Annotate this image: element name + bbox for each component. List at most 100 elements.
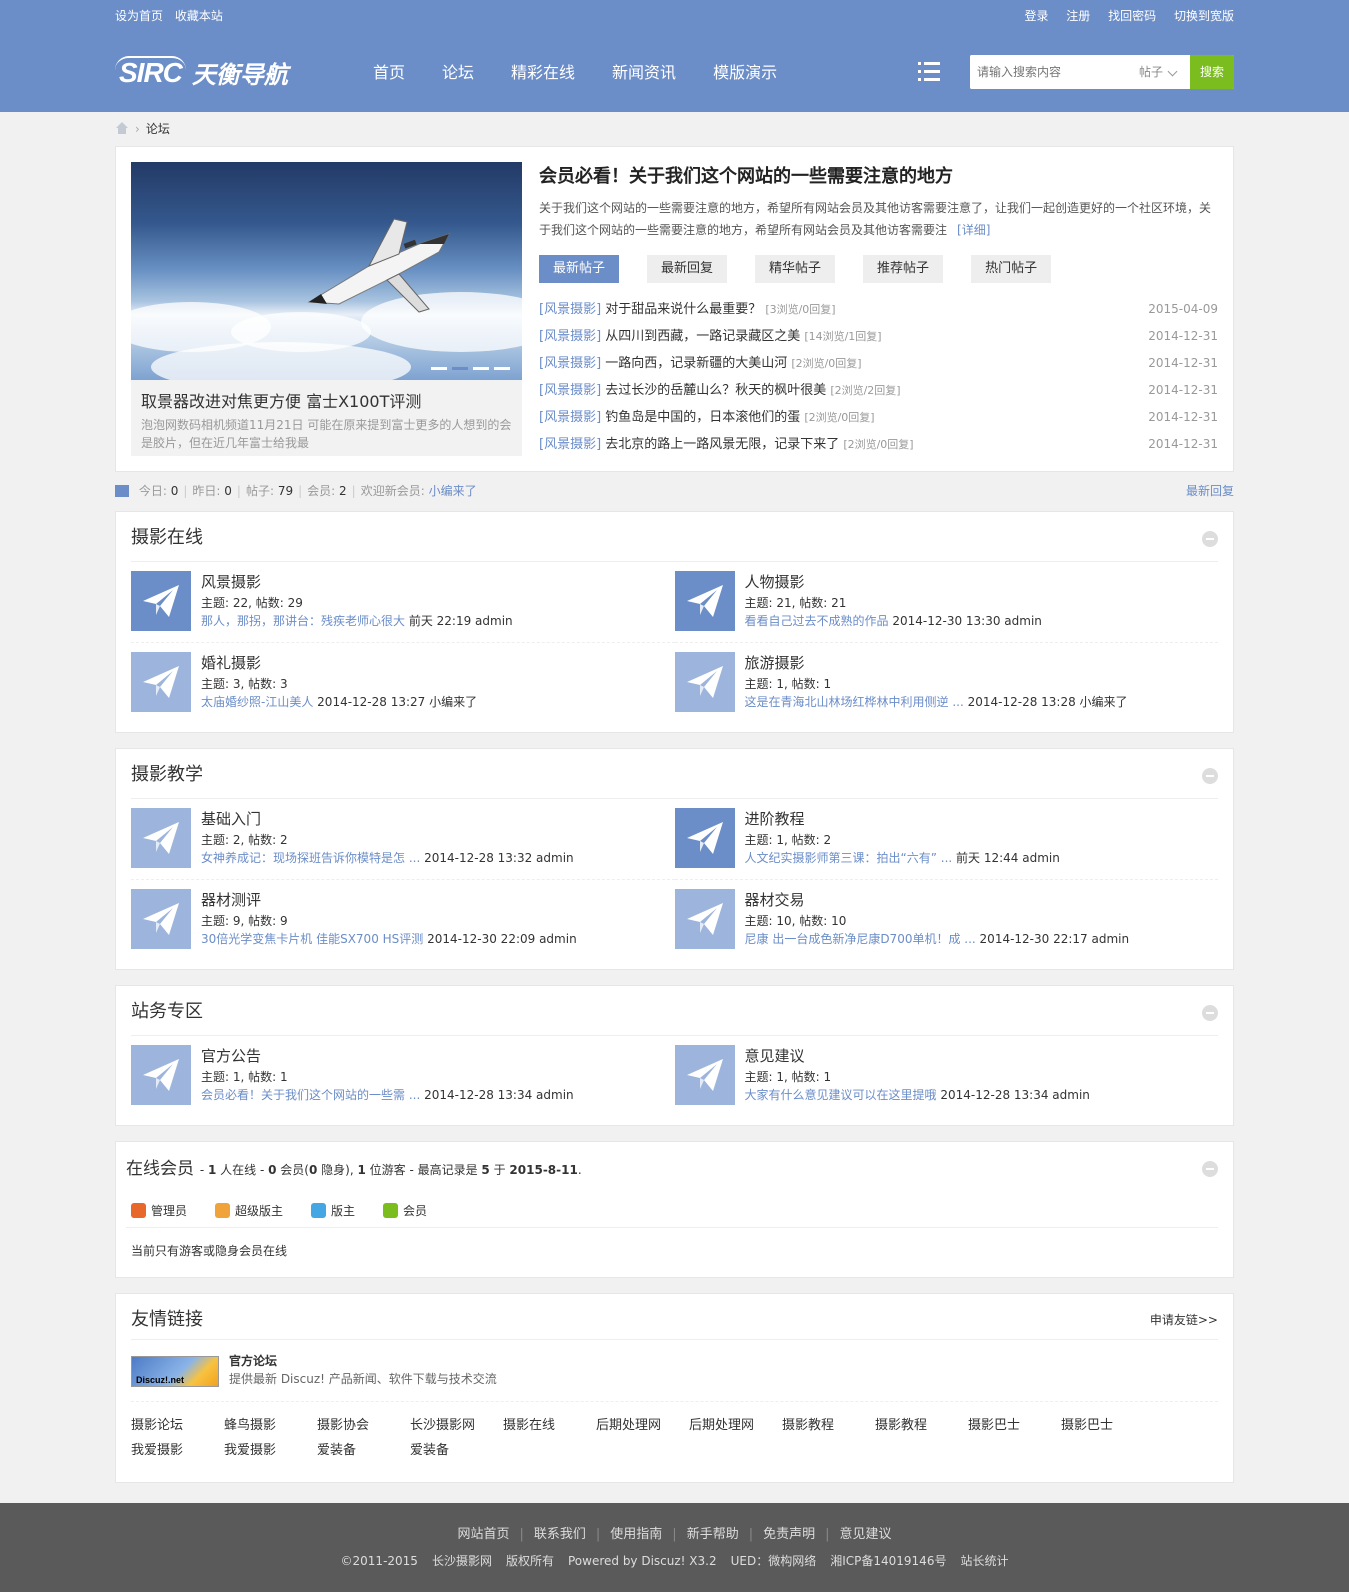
- footer-copy-item[interactable]: UED：微构网络: [731, 1554, 817, 1568]
- forum-name[interactable]: 婚礼摄影: [201, 652, 261, 673]
- forum-name[interactable]: 意见建议: [745, 1045, 805, 1066]
- footer-copy-item[interactable]: 长沙摄影网: [432, 1554, 492, 1568]
- category-title[interactable]: 站务专区: [131, 1001, 203, 1022]
- forum-icon[interactable]: [674, 652, 735, 712]
- wide-mode-link[interactable]: 切换到宽版: [1174, 9, 1234, 23]
- forum-icon[interactable]: [131, 571, 191, 631]
- thread-title[interactable]: 去北京的路上一路风景无限，记录下来了: [605, 437, 839, 452]
- forum-name[interactable]: 旅游摄影: [745, 652, 805, 673]
- forum-name[interactable]: 器材测评: [201, 889, 261, 910]
- thread-category[interactable]: [风景摄影]: [539, 329, 601, 344]
- footer-nav-link[interactable]: 联系我们: [534, 1527, 586, 1542]
- search-button[interactable]: 搜索: [1189, 55, 1234, 89]
- last-post-link[interactable]: 30倍光学变焦卡片机 佳能SX700 HS评测: [201, 932, 423, 946]
- register-link[interactable]: 注册: [1066, 9, 1090, 23]
- forum-name[interactable]: 进阶教程: [745, 808, 805, 829]
- footer-copy-item[interactable]: Powered by Discuz! X3.2: [568, 1554, 717, 1568]
- forum-icon[interactable]: [674, 1045, 735, 1105]
- forum-name[interactable]: 基础入门: [201, 808, 261, 829]
- login-link[interactable]: 登录: [1024, 9, 1048, 23]
- footer-nav-link[interactable]: 免责声明: [763, 1527, 815, 1542]
- thread-category[interactable]: [风景摄影]: [539, 302, 601, 317]
- detail-link[interactable]: [详细]: [957, 223, 990, 237]
- friend-link-item[interactable]: 爱装备: [410, 1439, 503, 1464]
- thread-title[interactable]: 去过长沙的岳麓山么？秋天的枫叶很美: [605, 383, 826, 398]
- forum-icon[interactable]: [131, 652, 191, 712]
- category-title[interactable]: 摄影在线: [131, 527, 203, 548]
- nav-item-news[interactable]: 新闻资讯: [612, 32, 676, 112]
- thread-title[interactable]: 对于甜品来说什么最重要？: [605, 302, 761, 317]
- tab-digest[interactable]: 精华帖子: [755, 255, 836, 283]
- friend-link-item[interactable]: 摄影教程: [875, 1414, 968, 1439]
- forum-icon[interactable]: [674, 889, 735, 949]
- tab-hot[interactable]: 热门帖子: [971, 255, 1052, 283]
- thread-category[interactable]: [风景摄影]: [539, 383, 601, 398]
- thread-category[interactable]: [风景摄影]: [539, 356, 601, 371]
- forum-name[interactable]: 人物摄影: [745, 571, 805, 592]
- friend-link-item[interactable]: 摄影巴士: [968, 1414, 1061, 1439]
- slide-dot-active[interactable]: [452, 367, 468, 370]
- set-home-link[interactable]: 设为首页: [115, 9, 163, 23]
- official-link-title[interactable]: 官方论坛: [229, 1352, 277, 1369]
- announcement-title[interactable]: 会员必看！关于我们这个网站的一些需要注意的地方: [539, 162, 1218, 188]
- newest-member-link[interactable]: 小编来了: [429, 484, 477, 498]
- nav-item-forum[interactable]: 论坛: [442, 32, 474, 112]
- nav-item-featured[interactable]: 精彩在线: [511, 32, 575, 112]
- tab-latest-replies[interactable]: 最新回复: [647, 255, 728, 283]
- last-post-link[interactable]: 大家有什么意见建议可以在这里提哦: [745, 1088, 937, 1102]
- forum-name[interactable]: 器材交易: [745, 889, 805, 910]
- friend-link-item[interactable]: 摄影教程: [782, 1414, 875, 1439]
- footer-nav-link[interactable]: 网站首页: [457, 1527, 509, 1542]
- forum-icon[interactable]: [674, 808, 735, 868]
- forum-name[interactable]: 风景摄影: [201, 571, 261, 592]
- official-link[interactable]: Discuz!.net 官方论坛 提供最新 Discuz! 产品新闻、软件下载与…: [131, 1340, 1218, 1402]
- footer-nav-link[interactable]: 使用指南: [610, 1527, 662, 1542]
- last-post-link[interactable]: 女神养成记：现场探班告诉你模特是怎 ...: [201, 851, 420, 865]
- thread-title[interactable]: 从四川到西藏，一路记录藏区之美: [605, 329, 800, 344]
- friend-link-item[interactable]: 后期处理网: [596, 1414, 689, 1439]
- list-menu-icon[interactable]: [918, 62, 940, 82]
- discuz-logo[interactable]: Discuz!.net: [131, 1356, 219, 1387]
- slide-dot[interactable]: [431, 367, 447, 370]
- friend-link-item[interactable]: 爱装备: [317, 1439, 410, 1464]
- slide-image[interactable]: [131, 162, 522, 380]
- latest-reply-link[interactable]: 最新回复: [1186, 477, 1234, 505]
- footer-nav-link[interactable]: 新手帮助: [687, 1527, 739, 1542]
- apply-link[interactable]: 申请友链>>: [1150, 1294, 1218, 1346]
- friend-link-item[interactable]: 我爱摄影: [131, 1439, 224, 1464]
- search-type-select[interactable]: 帖子: [1127, 55, 1190, 89]
- tab-recommended[interactable]: 推荐帖子: [863, 255, 944, 283]
- friend-link-item[interactable]: 摄影论坛: [131, 1414, 224, 1439]
- search-input[interactable]: [970, 55, 1127, 89]
- collapse-icon[interactable]: [1202, 531, 1218, 547]
- find-password-link[interactable]: 找回密码: [1108, 9, 1156, 23]
- last-post-link[interactable]: 看看自己过去不成熟的作品: [745, 614, 889, 628]
- home-icon[interactable]: [115, 122, 129, 134]
- forum-icon[interactable]: [131, 808, 191, 868]
- footer-copy-item[interactable]: 站长统计: [960, 1554, 1008, 1568]
- last-post-link[interactable]: 这是在青海北山林场红桦林中利用侧逆 ...: [745, 695, 964, 709]
- thread-title[interactable]: 钓鱼岛是中国的，日本滚他们的蛋: [605, 410, 800, 425]
- thread-category[interactable]: [风景摄影]: [539, 410, 601, 425]
- friend-link-item[interactable]: 摄影在线: [503, 1414, 596, 1439]
- friend-link-item[interactable]: 长沙摄影网: [410, 1414, 503, 1439]
- forum-icon[interactable]: [131, 1045, 191, 1105]
- forum-icon[interactable]: [674, 571, 735, 631]
- nav-item-templates[interactable]: 模版演示: [713, 32, 777, 112]
- collapse-icon[interactable]: [1202, 1161, 1218, 1177]
- category-title[interactable]: 摄影教学: [131, 764, 203, 785]
- bookmark-link[interactable]: 收藏本站: [175, 9, 223, 23]
- last-post-link[interactable]: 人文纪实摄影师第三课：拍出“六有” ...: [745, 851, 953, 865]
- slide-dot[interactable]: [473, 367, 489, 370]
- tab-latest-threads[interactable]: 最新帖子: [539, 255, 620, 283]
- thread-title[interactable]: 一路向西，记录新疆的大美山河: [605, 356, 787, 371]
- slide-title[interactable]: 取景器改进对焦更方便 富士X100T评测: [141, 388, 512, 412]
- slide-dot[interactable]: [494, 367, 510, 370]
- last-post-link[interactable]: 太庙婚纱照-江山美人: [201, 695, 313, 709]
- footer-nav-link[interactable]: 意见建议: [840, 1527, 892, 1542]
- thread-category[interactable]: [风景摄影]: [539, 437, 601, 452]
- collapse-icon[interactable]: [1202, 768, 1218, 784]
- friend-link-item[interactable]: 蜂鸟摄影: [224, 1414, 317, 1439]
- nav-item-home[interactable]: 首页: [373, 32, 405, 112]
- friend-link-item[interactable]: 我爱摄影: [224, 1439, 317, 1464]
